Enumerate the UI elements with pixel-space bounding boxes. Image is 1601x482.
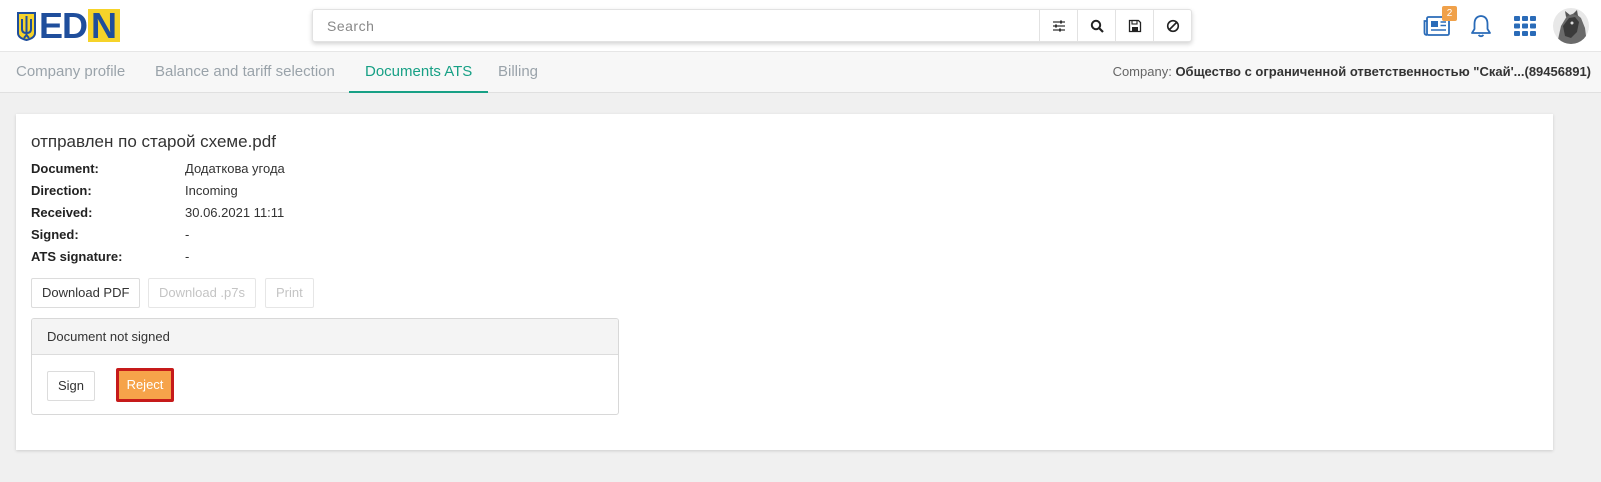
meta-label: Direction: <box>31 183 92 198</box>
save-search-button[interactable] <box>1115 10 1153 41</box>
download-pdf-button[interactable]: Download PDF <box>31 278 141 308</box>
company-label: Company: <box>1112 64 1172 79</box>
apps-button[interactable] <box>1511 12 1539 40</box>
document-card: отправлен по старой схеме.pdf Document: … <box>16 114 1553 450</box>
meta-row-document: Document: Додаткова угода <box>31 158 285 180</box>
notifications-button[interactable] <box>1467 12 1495 40</box>
document-title: отправлен по старой схеме.pdf <box>31 132 276 151</box>
clear-search-button[interactable] <box>1153 10 1191 41</box>
sign-panel: Document not signed Sign Reject <box>31 318 619 415</box>
meta-label: Signed: <box>31 227 79 242</box>
edin-logo[interactable]: ED N <box>16 5 121 46</box>
document-meta: Document: Додаткова угода Direction: Inc… <box>31 158 285 268</box>
news-badge: 2 <box>1442 6 1457 21</box>
save-icon <box>1128 19 1141 32</box>
logo-n: N <box>88 8 121 44</box>
filter-button[interactable] <box>1039 10 1077 41</box>
meta-row-signed: Signed: - <box>31 224 285 246</box>
search-icon <box>1090 19 1104 33</box>
meta-value: 30.06.2021 11:11 <box>185 205 285 220</box>
bell-icon <box>1471 15 1491 38</box>
header-icons: 2 <box>1407 6 1589 46</box>
search-button[interactable] <box>1077 10 1115 41</box>
print-button[interactable]: Print <box>265 278 314 308</box>
tab-company-profile[interactable]: Company profile <box>16 52 125 93</box>
meta-row-direction: Direction: Incoming <box>31 180 285 202</box>
reject-button[interactable]: Reject <box>116 368 174 402</box>
meta-value: - <box>185 227 190 242</box>
tab-bar: Company profile Balance and tariff selec… <box>0 51 1601 93</box>
cancel-icon <box>1166 19 1179 32</box>
trident-icon <box>17 11 36 41</box>
sign-button[interactable]: Sign <box>47 371 96 401</box>
avatar-image <box>1553 8 1589 44</box>
sign-status: Document not signed <box>32 319 618 355</box>
top-header: ED N 2 <box>0 0 1601 51</box>
tab-balance-and-tariff[interactable]: Balance and tariff selection <box>155 52 335 93</box>
meta-value: - <box>185 249 190 264</box>
download-p7s-button[interactable]: Download .p7s <box>148 278 256 308</box>
grid-icon <box>1514 16 1536 36</box>
search-input[interactable] <box>313 10 1039 41</box>
tab-billing[interactable]: Billing <box>498 52 538 93</box>
meta-row-received: Received: 30.06.2021 11:11 <box>31 202 285 224</box>
meta-label: Received: <box>31 205 93 220</box>
meta-label: ATS signature: <box>31 249 123 264</box>
news-button[interactable]: 2 <box>1423 6 1457 40</box>
company-name: Общество с ограниченной ответственностью… <box>1175 64 1591 79</box>
user-avatar[interactable] <box>1553 8 1589 44</box>
meta-value: Додаткова угода <box>185 161 285 176</box>
meta-row-ats-signature: ATS signature: - <box>31 246 285 268</box>
tab-documents-ats[interactable]: Documents ATS <box>349 52 489 93</box>
meta-value: Incoming <box>185 183 238 198</box>
logo-text: ED <box>39 5 88 46</box>
filter-icon <box>1052 20 1065 31</box>
company-info: Company: Общество с ограниченной ответст… <box>1113 52 1591 92</box>
meta-label: Document: <box>31 161 99 176</box>
search-bar <box>312 9 1192 42</box>
